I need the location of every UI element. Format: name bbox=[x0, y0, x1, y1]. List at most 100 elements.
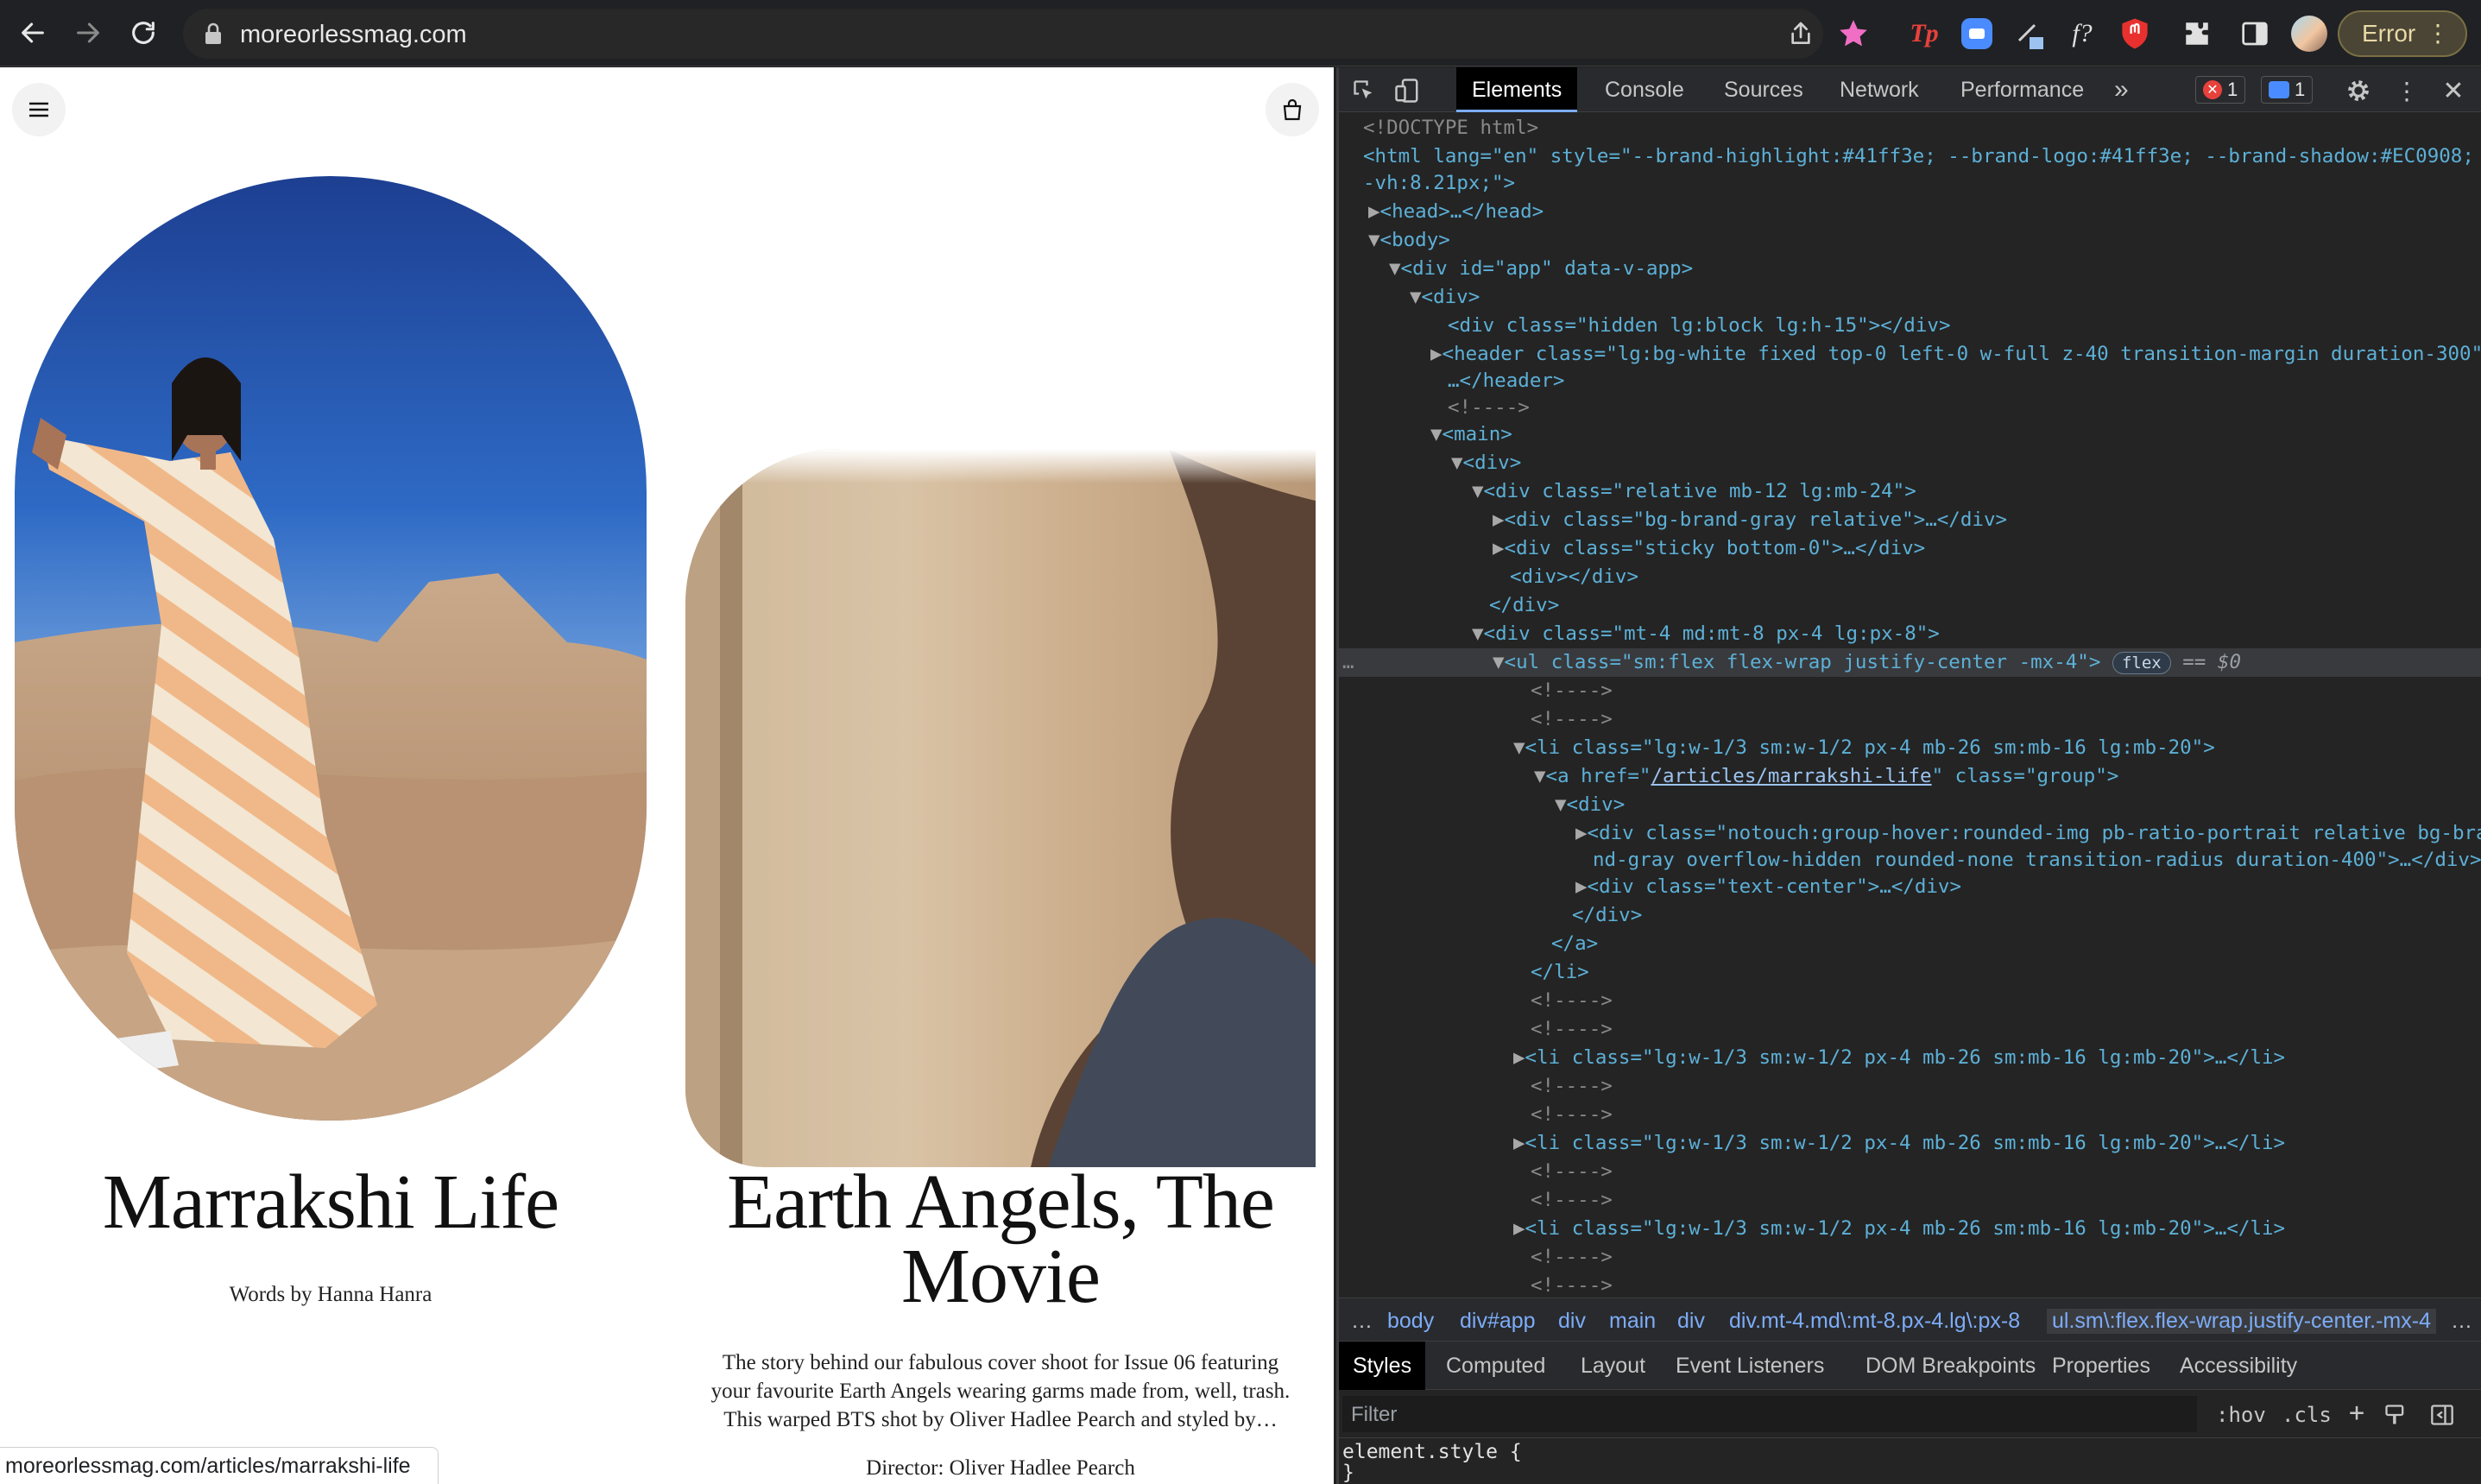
back-button[interactable] bbox=[12, 12, 54, 54]
dom-node[interactable]: ▶<head>…</head> bbox=[1339, 198, 2481, 226]
breadcrumb-item-selected[interactable]: ul.sm\:flex.flex-wrap.justify-center.-mx… bbox=[2047, 1309, 2436, 1334]
tab-console[interactable]: Console bbox=[1589, 67, 1700, 112]
address-bar[interactable]: moreorlessmag.com bbox=[183, 9, 1823, 59]
breadcrumb-item[interactable]: main bbox=[1609, 1309, 1656, 1334]
tab-sources[interactable]: Sources bbox=[1708, 67, 1819, 112]
share-icon[interactable] bbox=[1787, 19, 1815, 48]
side-panel-icon[interactable] bbox=[2233, 12, 2276, 55]
more-tabs-button[interactable]: » bbox=[2099, 67, 2144, 112]
href-link[interactable]: /articles/marrakshi-life bbox=[1651, 765, 1931, 787]
puzzle-icon[interactable] bbox=[2175, 12, 2219, 55]
subtab-accessibility[interactable]: Accessibility bbox=[2166, 1342, 2311, 1390]
breadcrumb-item[interactable]: div.mt-4.md\:mt-8.px-4.lg\:px-8 bbox=[1729, 1309, 2020, 1334]
dom-node[interactable]: ▼<main> bbox=[1339, 420, 2481, 449]
sidebar-toggle-icon[interactable] bbox=[2430, 1403, 2454, 1427]
styles-filter-input[interactable]: Filter bbox=[1342, 1396, 2197, 1432]
formula-extension-icon[interactable]: f? bbox=[2061, 12, 2104, 55]
inspect-element-icon[interactable] bbox=[1348, 74, 1380, 107]
dom-node[interactable]: <div></div> bbox=[1339, 563, 2481, 591]
paint-brush-icon[interactable] bbox=[2383, 1403, 2408, 1427]
profile-error-button[interactable]: Error ⋮ bbox=[2338, 10, 2467, 57]
dom-node[interactable]: </a> bbox=[1339, 930, 2481, 958]
element-style-selector[interactable]: element.style { bbox=[1342, 1441, 1522, 1463]
dom-node[interactable]: </div> bbox=[1339, 591, 2481, 620]
shield-extension-icon[interactable] bbox=[2113, 12, 2156, 55]
breadcrumb-item[interactable]: body bbox=[1387, 1309, 1434, 1334]
flex-badge[interactable]: flex bbox=[2112, 652, 2171, 674]
forward-button[interactable] bbox=[67, 12, 109, 54]
subtab-computed[interactable]: Computed bbox=[1432, 1342, 1559, 1390]
breadcrumb-overflow[interactable]: … bbox=[1351, 1309, 1373, 1334]
bag-button[interactable] bbox=[1266, 83, 1319, 136]
subtab-styles[interactable]: Styles bbox=[1339, 1342, 1426, 1390]
dom-node[interactable]: </div> bbox=[1339, 901, 2481, 930]
dom-node[interactable]: ▼<body> bbox=[1339, 226, 2481, 255]
hover-state-toggle[interactable]: :hov bbox=[2216, 1403, 2266, 1427]
dom-node[interactable]: ▶<li class="lg:w-1/3 sm:w-1/2 px-4 mb-26… bbox=[1339, 1129, 2481, 1158]
dom-node[interactable]: <!----> bbox=[1339, 1158, 2481, 1186]
tab-elements[interactable]: Elements bbox=[1456, 67, 1578, 112]
subtab-event-listeners[interactable]: Event Listeners bbox=[1662, 1342, 1838, 1390]
dom-node[interactable]: ▼<div> bbox=[1339, 791, 2481, 819]
close-devtools-icon[interactable]: ✕ bbox=[2437, 74, 2470, 107]
error-count-badge[interactable]: ✕ 1 bbox=[2195, 76, 2246, 104]
dom-node[interactable]: <!----> bbox=[1339, 1072, 2481, 1101]
add-rule-icon[interactable]: + bbox=[2349, 1398, 2364, 1428]
dom-node[interactable]: </li> bbox=[1339, 958, 2481, 987]
dom-node[interactable]: ▼<a href="/articles/marrakshi-life" clas… bbox=[1339, 762, 2481, 791]
dom-node[interactable]: ▼<li class="lg:w-1/3 sm:w-1/2 px-4 mb-26… bbox=[1339, 734, 2481, 762]
tab-network[interactable]: Network bbox=[1824, 67, 1935, 112]
subtab-properties[interactable]: Properties bbox=[2038, 1342, 2164, 1390]
tab-performance[interactable]: Performance bbox=[1945, 67, 2099, 112]
dom-node[interactable]: <!----> bbox=[1339, 987, 2481, 1015]
marrakshi-life-image[interactable] bbox=[15, 176, 647, 1121]
dom-node[interactable]: …</header> bbox=[1339, 367, 2481, 395]
message-count-badge[interactable]: 1 bbox=[2261, 76, 2314, 104]
dom-node[interactable]: ▶<li class="lg:w-1/3 sm:w-1/2 px-4 mb-26… bbox=[1339, 1215, 2481, 1243]
card-title-earth-angels[interactable]: Earth Angels, The Movie bbox=[685, 1164, 1316, 1316]
dom-node[interactable]: <!----> bbox=[1339, 1015, 2481, 1044]
dom-node[interactable]: <!DOCTYPE html> bbox=[1339, 114, 2481, 142]
dom-node[interactable]: <div class="hidden lg:block lg:h-15"></d… bbox=[1339, 312, 2481, 340]
breadcrumb-overflow[interactable]: … bbox=[2451, 1309, 2472, 1334]
device-toolbar-icon[interactable] bbox=[1391, 74, 1424, 107]
dom-node[interactable]: <html lang="en" style="--brand-highlight… bbox=[1339, 142, 2481, 171]
breadcrumb-item[interactable]: div bbox=[1677, 1309, 1705, 1334]
dom-node[interactable]: ▼<div class="mt-4 md:mt-8 px-4 lg:px-8"> bbox=[1339, 620, 2481, 648]
menu-button[interactable] bbox=[12, 83, 66, 136]
dom-node[interactable]: <!----> bbox=[1339, 1101, 2481, 1129]
subtab-layout[interactable]: Layout bbox=[1567, 1342, 1659, 1390]
breadcrumb-item[interactable]: div bbox=[1558, 1309, 1586, 1334]
dom-node-selected[interactable]: … ▼<ul class="sm:flex flex-wrap justify-c… bbox=[1339, 648, 2481, 677]
dom-node[interactable]: -vh:8.21px;"> bbox=[1339, 169, 2481, 198]
dom-node[interactable]: <!----> bbox=[1339, 394, 2481, 422]
kebab-menu-icon[interactable]: ⋮ bbox=[2390, 74, 2423, 107]
breadcrumb-item[interactable]: div#app bbox=[1460, 1309, 1536, 1334]
card-title-marrakshi[interactable]: Marrakshi Life bbox=[15, 1164, 647, 1241]
dom-node[interactable]: nd-gray overflow-hidden rounded-none tra… bbox=[1339, 846, 2481, 875]
dom-node[interactable]: ▶<header class="lg:bg-white fixed top-0 … bbox=[1339, 340, 2481, 369]
dom-node[interactable]: ▼<div class="relative mb-12 lg:mb-24"> bbox=[1339, 477, 2481, 506]
dom-node[interactable]: ▶<div class="text-center">…</div> bbox=[1339, 873, 2481, 901]
dom-node[interactable]: <!----> bbox=[1339, 705, 2481, 734]
dom-node[interactable]: ▶<li class="lg:w-1/3 sm:w-1/2 px-4 mb-26… bbox=[1339, 1044, 2481, 1072]
pen-extension-icon[interactable] bbox=[2008, 12, 2051, 55]
class-toggle[interactable]: .cls bbox=[2282, 1403, 2332, 1427]
bookmark-star-icon[interactable] bbox=[1837, 17, 1870, 50]
tp-extension-icon[interactable]: Tp bbox=[1903, 12, 1946, 55]
reload-button[interactable] bbox=[123, 12, 164, 54]
dom-node[interactable]: ▶<div class="notouch:group-hover:rounded… bbox=[1339, 819, 2481, 848]
dom-node[interactable]: <!----> bbox=[1339, 1186, 2481, 1215]
dom-node[interactable]: ▼<div> bbox=[1339, 449, 2481, 477]
profile-avatar[interactable] bbox=[2288, 12, 2331, 55]
subtab-dom-breakpoints[interactable]: DOM Breakpoints bbox=[1852, 1342, 2049, 1390]
zoom-extension-icon[interactable] bbox=[1955, 12, 1998, 55]
dom-node[interactable]: ▶<div class="bg-brand-gray relative">…</… bbox=[1339, 506, 2481, 534]
dom-node[interactable]: ▶<div class="sticky bottom-0">…</div> bbox=[1339, 534, 2481, 563]
earth-angels-image[interactable] bbox=[685, 449, 1316, 1167]
settings-gear-icon[interactable] bbox=[2342, 74, 2375, 107]
dom-node[interactable]: ▼<div id="app" data-v-app> bbox=[1339, 255, 2481, 283]
dom-node[interactable]: <!----> bbox=[1339, 677, 2481, 705]
dom-node[interactable]: <!----> bbox=[1339, 1243, 2481, 1272]
dom-node[interactable]: ▼<div> bbox=[1339, 283, 2481, 312]
